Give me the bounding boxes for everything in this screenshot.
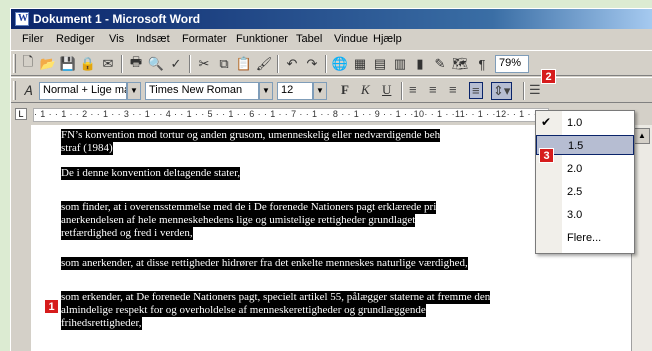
undo-icon[interactable]: ↶: [283, 55, 301, 73]
print-preview-icon[interactable]: 🔍: [147, 55, 165, 73]
columns-icon[interactable]: ▮: [411, 55, 429, 73]
drawing-icon[interactable]: ✎: [431, 55, 449, 73]
option-label: 1.5: [568, 140, 584, 152]
callout-badge-1: 1: [44, 299, 59, 314]
show-hide-icon[interactable]: ¶: [473, 55, 491, 73]
style-combo[interactable]: Normal + Lige ma: [39, 82, 127, 100]
line-spacing-dropdown: ✔ 1.0 1.5 2.0 2.5 3.0 Flere...: [535, 110, 635, 254]
callout-badge-3: 3: [539, 148, 554, 163]
line-spacing-icon[interactable]: ⇕▾: [491, 82, 513, 100]
zoom-combo[interactable]: 79%: [495, 55, 529, 73]
open-folder-icon[interactable]: 📂: [39, 55, 57, 73]
format-painter-icon[interactable]: 🖌: [255, 55, 273, 73]
option-label: 2.0: [567, 163, 583, 175]
font-combo[interactable]: Times New Roman: [145, 82, 259, 100]
doc-line[interactable]: retfærdighed og fred i verden,: [61, 227, 193, 240]
menu-bar: Filer Rediger Vis Indsæt Formater Funkti…: [11, 29, 652, 49]
permission-icon[interactable]: 🔒: [79, 55, 97, 73]
toolbar-grip: [13, 54, 16, 73]
redo-icon[interactable]: ↷: [303, 55, 321, 73]
doc-line[interactable]: som erkender, at De forenede Nationers p…: [61, 291, 491, 304]
separator: [189, 55, 191, 73]
chevron-down-icon[interactable]: ▼: [259, 82, 273, 100]
paste-icon[interactable]: 📋: [235, 55, 253, 73]
menu-vindue[interactable]: Vindue: [334, 33, 368, 45]
option-label: 2.5: [567, 186, 583, 198]
menu-indsaet[interactable]: Indsæt: [136, 33, 170, 45]
menu-filer[interactable]: Filer: [22, 33, 43, 45]
menu-formater[interactable]: Formater: [182, 33, 227, 45]
tables-borders-icon[interactable]: ▦: [351, 55, 369, 73]
doc-line[interactable]: anerkendelsen af hele menneskehedens lig…: [61, 214, 416, 227]
line-spacing-option-3-0[interactable]: 3.0: [536, 205, 634, 225]
insert-excel-icon[interactable]: ▥: [391, 55, 409, 73]
checkmark-icon: ✔: [541, 115, 552, 129]
separator: [523, 82, 525, 100]
doc-line[interactable]: som finder, at i overensstemmelse med de…: [61, 201, 437, 214]
justify-icon[interactable]: ≡: [469, 82, 483, 99]
ruler-scale[interactable]: · 1 · · 1 · · 2 · · 1 · · 3 · · 1 · · 4 …: [33, 108, 549, 122]
hyperlink-icon[interactable]: 🌐: [331, 55, 349, 73]
align-right-icon[interactable]: ≡: [449, 82, 457, 97]
menu-funktioner[interactable]: Funktioner: [236, 33, 288, 45]
italic-button[interactable]: K: [361, 82, 370, 98]
doc-line[interactable]: almindelige respekt for og overholdelse …: [61, 304, 426, 317]
doc-line[interactable]: straf (1984): [61, 142, 113, 155]
separator: [325, 55, 327, 73]
menu-rediger[interactable]: Rediger: [56, 33, 95, 45]
menu-vis[interactable]: Vis: [109, 33, 124, 45]
document-map-icon[interactable]: 🗺: [451, 55, 469, 73]
toolbar-grip: [13, 81, 16, 100]
scroll-up-icon[interactable]: ▲: [634, 128, 650, 144]
doc-line[interactable]: som anerkender, at disse rettigheder hid…: [61, 257, 468, 270]
tab-selector-icon[interactable]: L: [15, 108, 27, 120]
spelling-icon[interactable]: ✓: [167, 55, 185, 73]
bold-button[interactable]: F: [341, 82, 349, 98]
doc-line[interactable]: frihedsrettigheder,: [61, 317, 142, 330]
title-bar: Dokument 1 - Microsoft Word: [11, 9, 652, 29]
left-margin: [11, 125, 31, 351]
separator: [277, 55, 279, 73]
align-center-icon[interactable]: ≡: [429, 82, 437, 97]
underline-button[interactable]: U: [382, 82, 391, 98]
numbering-icon[interactable]: ☰: [529, 82, 541, 98]
copy-icon[interactable]: ⧉: [215, 55, 233, 73]
line-spacing-option-1-0[interactable]: ✔ 1.0: [536, 113, 634, 133]
option-label: 1.0: [567, 117, 583, 129]
option-label: Flere...: [567, 232, 602, 244]
separator: [121, 55, 123, 73]
word-app-icon: [15, 12, 29, 26]
line-spacing-option-2-5[interactable]: 2.5: [536, 182, 634, 202]
email-icon[interactable]: ✉: [99, 55, 117, 73]
font-size-combo[interactable]: 12: [277, 82, 313, 100]
print-icon[interactable]: 🖶: [127, 54, 145, 73]
menu-hjaelp[interactable]: Hjælp: [373, 33, 402, 45]
line-spacing-option-more[interactable]: Flere...: [536, 228, 634, 248]
separator: [401, 82, 403, 100]
menu-tabel[interactable]: Tabel: [296, 33, 322, 45]
window-title: Dokument 1 - Microsoft Word: [33, 12, 201, 26]
doc-line[interactable]: De i denne konvention deltagende stater,: [61, 167, 241, 180]
callout-badge-2: 2: [541, 69, 556, 84]
new-document-icon[interactable]: 🗋: [19, 54, 37, 73]
doc-line[interactable]: FN’s konvention mod tortur og anden grus…: [61, 129, 441, 142]
align-left-icon[interactable]: ≡: [409, 82, 417, 97]
insert-table-icon[interactable]: ▤: [371, 55, 389, 73]
chevron-down-icon[interactable]: ▼: [313, 82, 327, 100]
option-label: 3.0: [567, 209, 583, 221]
styles-pane-icon[interactable]: 𝐴: [19, 82, 37, 100]
save-icon[interactable]: 💾: [59, 55, 77, 73]
cut-icon[interactable]: ✂: [195, 55, 213, 73]
chevron-down-icon[interactable]: ▼: [127, 82, 141, 100]
